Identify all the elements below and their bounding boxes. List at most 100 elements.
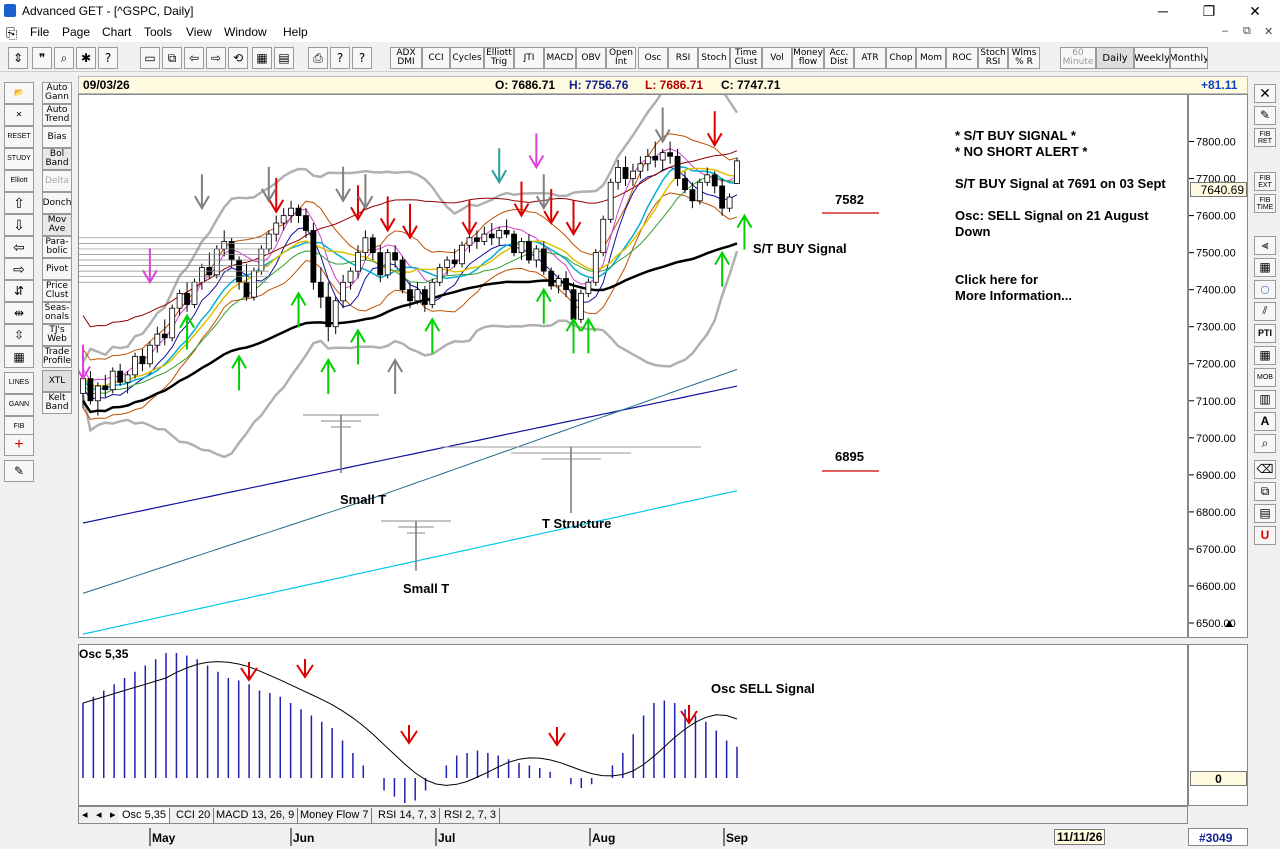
axis-scale-icon[interactable]: ⛰ <box>1225 619 1245 635</box>
tool-tjs-web[interactable]: TJ's Web <box>42 324 72 346</box>
layout-icon[interactable]: ▤ <box>274 47 294 69</box>
tool-chop[interactable]: Chop <box>886 47 916 69</box>
tool-mom[interactable]: Mom <box>916 47 946 69</box>
tab-rsi-14[interactable]: RSI 14, 7, 3 <box>375 808 441 823</box>
compress-icon[interactable]: ⇹ <box>4 302 34 324</box>
period-monthly[interactable]: Monthly <box>1170 47 1208 69</box>
tool-rsi[interactable]: RSI <box>668 47 698 69</box>
tool-donch[interactable]: Donch <box>42 192 72 214</box>
tool-delta[interactable]: Delta <box>42 170 72 192</box>
menu-help[interactable]: Help <box>283 25 308 39</box>
tool-stoch[interactable]: Stoch <box>698 47 730 69</box>
channel-icon[interactable]: ⫽ <box>1254 302 1276 321</box>
crosshair-icon[interactable]: + <box>4 434 34 456</box>
context-help-icon[interactable]: ? <box>352 47 372 69</box>
fib-ext-button[interactable]: FIB EXT <box>1254 172 1276 191</box>
tool-kelt-band[interactable]: Kelt Band <box>42 392 72 414</box>
print-icon[interactable]: ⎙ <box>308 47 328 69</box>
tool-jti[interactable]: JTI <box>514 47 544 69</box>
tab-rsi-2[interactable]: RSI 2, 7, 3 <box>441 808 500 823</box>
tool-stoch-rsi[interactable]: Stoch RSI <box>978 47 1008 69</box>
pointer-icon[interactable]: ⇕ <box>8 47 28 69</box>
layers-icon[interactable]: ⧉ <box>1254 482 1276 501</box>
tool-pivot[interactable]: Pivot <box>42 258 72 280</box>
oscillator-panel[interactable]: Osc 5,35 Osc SELL Signal <box>78 644 1188 806</box>
menu-file[interactable]: File <box>30 25 49 39</box>
fan-icon[interactable]: ⫷ <box>1254 236 1276 255</box>
tab-osc[interactable]: Osc 5,35 <box>119 808 171 823</box>
bars-icon[interactable]: ▥ <box>1254 390 1276 409</box>
menu-tools[interactable]: Tools <box>144 25 172 39</box>
tool-seasonals[interactable]: Seas-onals <box>42 302 72 324</box>
more-info-link-2[interactable]: More Information... <box>955 288 1072 303</box>
menu-page[interactable]: Page <box>62 25 90 39</box>
mdi-close-button[interactable]: ✕ <box>1264 25 1273 38</box>
arrow-left-icon[interactable]: ⇦ <box>4 236 34 258</box>
cancel-tool-icon[interactable]: ✕ <box>1254 84 1276 103</box>
arrow-up-icon[interactable]: ⇧ <box>4 192 34 214</box>
tool-cycles[interactable]: Cycles <box>450 47 484 69</box>
gann-icon[interactable]: GANN <box>4 394 34 416</box>
elliott-icon[interactable]: Elliott <box>4 170 34 192</box>
minimize-button[interactable]: ─ <box>1140 1 1186 21</box>
study-icon[interactable]: STUDY <box>4 148 34 170</box>
magnify-icon[interactable]: ⌕ <box>1254 434 1276 453</box>
tool-money-flow[interactable]: Money flow <box>792 47 824 69</box>
question-icon[interactable]: ? <box>330 47 350 69</box>
menu-window[interactable]: Window <box>224 25 267 39</box>
expand-icon[interactable]: ⇵ <box>4 280 34 302</box>
tool-price-clust[interactable]: Price Clust <box>42 280 72 302</box>
scroll-right-icon[interactable]: ▸ <box>107 808 119 823</box>
pti-button[interactable]: PTI <box>1254 324 1276 343</box>
mdi-minimize-button[interactable]: – <box>1222 25 1228 37</box>
erase-icon[interactable]: ⌫ <box>1254 460 1276 479</box>
more-info-link[interactable]: Click here for <box>955 272 1038 287</box>
pencil-icon[interactable]: ✎ <box>1254 106 1276 125</box>
forward-icon[interactable]: ⇨ <box>206 47 226 69</box>
tool-vol[interactable]: Vol <box>762 47 792 69</box>
open-folder-icon[interactable]: 📂 <box>4 82 34 104</box>
gann-fan-icon[interactable]: ✕ <box>4 104 34 126</box>
mob-button[interactable]: MOB <box>1254 368 1276 387</box>
period-weekly[interactable]: Weekly <box>1134 47 1170 69</box>
maximize-button[interactable]: ❐ <box>1186 1 1232 21</box>
tool-mov-ave[interactable]: Mov Ave <box>42 214 72 236</box>
fib-ret-button[interactable]: FIB RET <box>1254 128 1276 147</box>
magnet-icon[interactable]: U <box>1254 526 1276 545</box>
tool-cci[interactable]: CCI <box>422 47 450 69</box>
help-cursor-icon[interactable]: ? <box>98 47 118 69</box>
tab-macd[interactable]: MACD 13, 26, 9 <box>213 808 299 823</box>
scroll-first-icon[interactable]: ◂ <box>79 808 91 823</box>
stretch-icon[interactable]: ⇳ <box>4 324 34 346</box>
tool-time-clust[interactable]: Time Clust <box>730 47 762 69</box>
tool-bias[interactable]: Bias <box>42 126 72 148</box>
grid-small-icon[interactable]: ▦ <box>1254 346 1276 365</box>
tool-xtl[interactable]: XTL <box>42 370 72 392</box>
tool-acc-dist[interactable]: Acc. Dist <box>824 47 854 69</box>
arrow-right-icon[interactable]: ⇨ <box>4 258 34 280</box>
price-chart-panel[interactable]: * S/T BUY SIGNAL * * NO SHORT ALERT * S/… <box>75 71 1188 638</box>
copy-icon[interactable]: ⧉ <box>162 47 182 69</box>
arrow-down-icon[interactable]: ⇩ <box>4 214 34 236</box>
mdi-restore-button[interactable]: ⧉ <box>1243 25 1251 38</box>
tool-obv[interactable]: OBV <box>576 47 606 69</box>
tab-cci[interactable]: CCI 20 <box>173 808 215 823</box>
period-daily[interactable]: Daily <box>1096 47 1134 69</box>
quote-icon[interactable]: ❞ <box>32 47 52 69</box>
tab-money-flow[interactable]: Money Flow 7 <box>297 808 373 823</box>
grid-lines-icon[interactable]: ▦ <box>4 346 34 368</box>
tool-macd[interactable]: MACD <box>544 47 576 69</box>
back-icon[interactable]: ⇦ <box>184 47 204 69</box>
tool-atr[interactable]: ATR <box>854 47 886 69</box>
scroll-left-icon[interactable]: ◂ <box>93 808 105 823</box>
fib-time-button[interactable]: FIB TIME <box>1254 194 1276 213</box>
tool-bol-band[interactable]: Bol Band <box>42 148 72 170</box>
text-tool-icon[interactable]: A <box>1254 412 1276 431</box>
zoom-icon[interactable]: ⌕ <box>54 47 74 69</box>
ellipse-icon[interactable]: ◯ <box>1254 280 1276 299</box>
mdi-doc-icon[interactable]: ⎘ <box>6 25 17 42</box>
tool-auto-gann[interactable]: Auto Gann <box>42 82 72 104</box>
close-button[interactable]: ✕ <box>1232 1 1278 21</box>
tool-trade-profile[interactable]: Trade Profile <box>42 346 72 368</box>
notes-icon[interactable]: ✎ <box>4 460 34 482</box>
